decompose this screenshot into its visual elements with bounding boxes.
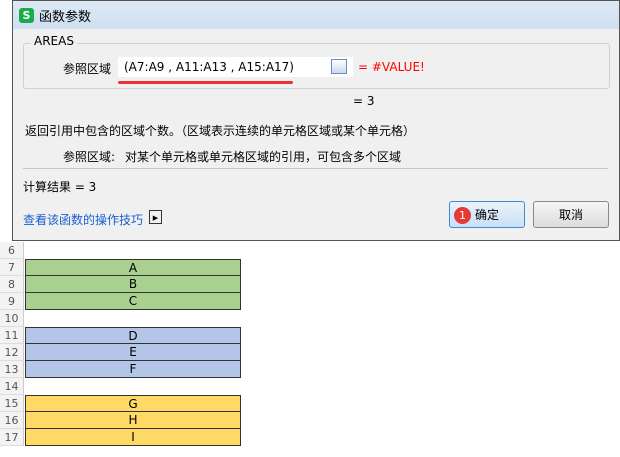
cell[interactable]: F <box>25 361 241 378</box>
param-desc: 对某个单元格或单元格区域的引用，可包含多个区域 <box>125 150 402 164</box>
row-header[interactable]: 7 <box>0 259 24 276</box>
row-header[interactable]: 14 <box>0 378 24 395</box>
field-label: 参照区域 <box>63 62 112 76</box>
cancel-label: 取消 <box>558 208 583 222</box>
row-header[interactable]: 10 <box>0 310 24 327</box>
cell[interactable]: A <box>25 259 241 276</box>
cell[interactable]: G <box>25 395 241 412</box>
cancel-button[interactable]: 取消 <box>533 201 609 228</box>
ok-label: 确定 <box>474 208 499 222</box>
divider <box>23 168 608 169</box>
range-select-icon[interactable] <box>331 59 347 74</box>
cell[interactable]: E <box>25 344 241 361</box>
function-arguments-dialog: S 函数参数 AREAS 参照区域 (A7:A9 , A11:A13 , A15… <box>12 0 620 241</box>
cell[interactable]: I <box>25 429 241 446</box>
calc-result: 计算结果 = 3 <box>23 180 97 194</box>
eval-result: = 3 <box>353 94 375 108</box>
app-logo-icon: S <box>19 7 34 23</box>
help-link[interactable]: 查看该函数的操作技巧 <box>23 211 143 228</box>
param-desc-label: 参照区域: <box>63 150 116 164</box>
row-header[interactable]: 13 <box>0 361 24 378</box>
cell[interactable]: C <box>25 293 241 310</box>
cell[interactable]: B <box>25 276 241 293</box>
step-badge: 1 <box>454 207 471 224</box>
dialog-title: 函数参数 <box>39 9 92 25</box>
row-header[interactable]: 17 <box>0 429 24 446</box>
cell[interactable]: H <box>25 412 241 429</box>
row-header[interactable]: 11 <box>0 327 24 344</box>
title-bar: S 函数参数 <box>13 1 619 29</box>
reference-input[interactable]: (A7:A9 , A11:A13 , A15:A17) <box>118 57 353 77</box>
row-header[interactable]: 9 <box>0 293 24 310</box>
row-header[interactable]: 8 <box>0 276 24 293</box>
group-label: AREAS <box>31 34 77 48</box>
cell[interactable]: D <box>25 327 241 344</box>
video-icon[interactable]: ▶ <box>149 210 162 224</box>
row-header[interactable]: 12 <box>0 344 24 361</box>
function-description: 返回引用中包含的区域个数。（区域表示连续的单元格区域或某个单元格） <box>25 124 416 138</box>
red-underline <box>118 81 293 84</box>
row-header[interactable]: 6 <box>0 242 24 259</box>
field-result: = #VALUE! <box>358 60 425 74</box>
row-header[interactable]: 16 <box>0 412 24 429</box>
row-header[interactable]: 15 <box>0 395 24 412</box>
